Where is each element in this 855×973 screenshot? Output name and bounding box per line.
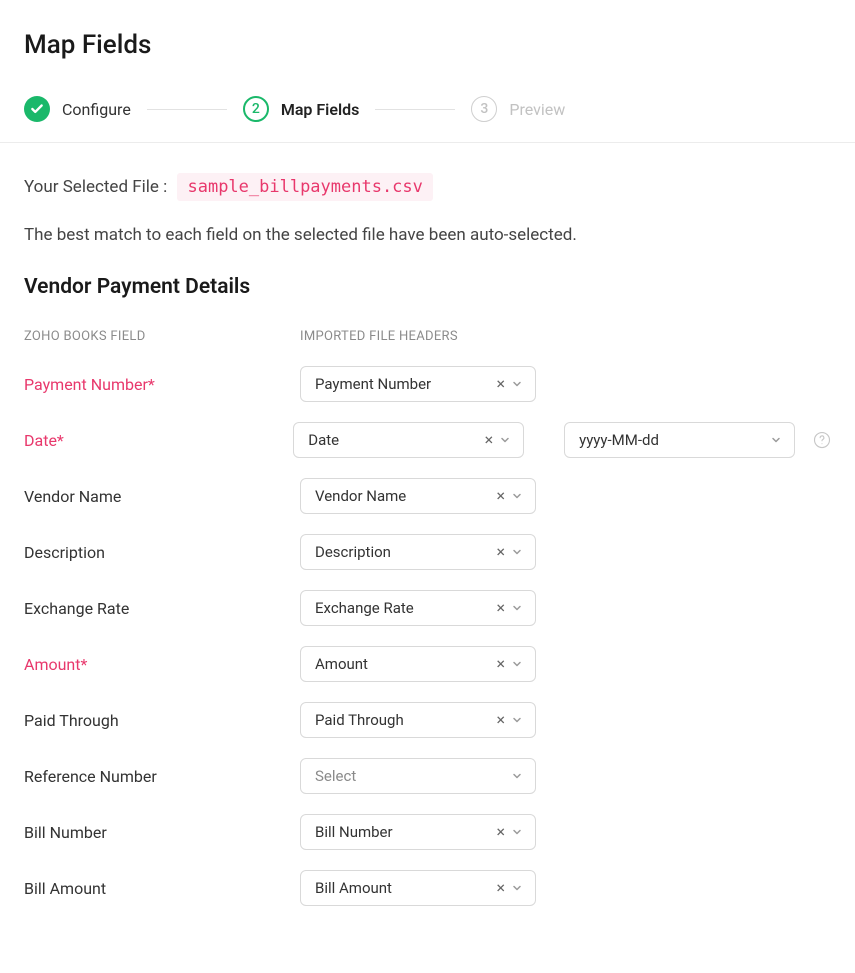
select-value: Exchange Rate	[315, 599, 496, 617]
column-header-imported: IMPORTED FILE HEADERS	[300, 329, 536, 344]
chevron-down-icon	[511, 490, 523, 502]
step-connector	[147, 109, 227, 110]
select-value: Bill Amount	[315, 879, 496, 897]
field-label-exchange-rate: Exchange Rate	[24, 599, 300, 618]
clear-icon[interactable]: ×	[496, 656, 505, 672]
step-map-fields-label: Map Fields	[281, 100, 360, 119]
clear-icon[interactable]: ×	[485, 432, 494, 448]
chevron-down-icon	[511, 714, 523, 726]
select-exchange-rate[interactable]: Exchange Rate ×	[300, 590, 536, 626]
content: Your Selected File : sample_billpayments…	[0, 143, 855, 936]
clear-icon[interactable]: ×	[496, 712, 505, 728]
clear-icon[interactable]: ×	[496, 880, 505, 896]
select-value: Vendor Name	[315, 487, 496, 505]
chevron-down-icon	[511, 882, 523, 894]
field-label-amount: Amount*	[24, 655, 300, 674]
select-value: Payment Number	[315, 375, 496, 393]
chevron-down-icon	[511, 826, 523, 838]
selected-file-row: Your Selected File : sample_billpayments…	[24, 177, 831, 197]
step-connector	[375, 109, 455, 110]
check-icon	[24, 96, 50, 122]
map-row-bill-amount: Bill Amount Bill Amount ×	[24, 870, 831, 906]
chevron-down-icon	[499, 434, 511, 446]
help-icon[interactable]	[813, 431, 831, 449]
select-date-format[interactable]: yyyy-MM-dd	[564, 422, 795, 458]
clear-icon[interactable]: ×	[496, 824, 505, 840]
step-number-icon: 3	[471, 96, 497, 122]
select-reference-number[interactable]: Select	[300, 758, 536, 794]
select-bill-number[interactable]: Bill Number ×	[300, 814, 536, 850]
step-preview: 3 Preview	[471, 96, 565, 122]
select-date[interactable]: Date ×	[293, 422, 524, 458]
select-value: Bill Number	[315, 823, 496, 841]
field-label-description: Description	[24, 543, 300, 562]
field-label-vendor-name: Vendor Name	[24, 487, 300, 506]
column-header-field: ZOHO BOOKS FIELD	[24, 329, 300, 344]
step-configure-label: Configure	[62, 100, 131, 119]
map-row-date: Date* Date × yyyy-MM-dd	[24, 422, 831, 458]
clear-icon[interactable]: ×	[496, 600, 505, 616]
field-label-paid-through: Paid Through	[24, 711, 300, 730]
select-vendor-name[interactable]: Vendor Name ×	[300, 478, 536, 514]
step-preview-label: Preview	[509, 100, 565, 119]
clear-icon[interactable]: ×	[496, 488, 505, 504]
chevron-down-icon	[770, 434, 782, 446]
select-value: Paid Through	[315, 711, 496, 729]
page-title: Map Fields	[0, 0, 855, 60]
field-label-bill-number: Bill Number	[24, 823, 300, 842]
clear-icon[interactable]: ×	[496, 376, 505, 392]
date-format-value: yyyy-MM-dd	[579, 431, 770, 449]
chevron-down-icon	[511, 658, 523, 670]
section-heading: Vendor Payment Details	[24, 275, 831, 299]
field-label-date: Date*	[24, 431, 293, 450]
map-row-description: Description Description ×	[24, 534, 831, 570]
select-value: Date	[308, 431, 484, 449]
map-row-vendor-name: Vendor Name Vendor Name ×	[24, 478, 831, 514]
chevron-down-icon	[511, 546, 523, 558]
stepper: Configure 2 Map Fields 3 Preview	[0, 60, 855, 143]
map-row-amount: Amount* Amount ×	[24, 646, 831, 682]
field-label-bill-amount: Bill Amount	[24, 879, 300, 898]
map-row-bill-number: Bill Number Bill Number ×	[24, 814, 831, 850]
map-row-payment-number: Payment Number* Payment Number ×	[24, 366, 831, 402]
table-header-row: ZOHO BOOKS FIELD IMPORTED FILE HEADERS	[24, 329, 831, 344]
select-description[interactable]: Description ×	[300, 534, 536, 570]
select-placeholder: Select	[315, 767, 511, 785]
map-row-paid-through: Paid Through Paid Through ×	[24, 702, 831, 738]
step-map-fields[interactable]: 2 Map Fields	[243, 96, 360, 122]
chevron-down-icon	[511, 378, 523, 390]
field-label-payment-number: Payment Number*	[24, 375, 300, 394]
selected-file-prefix: Your Selected File :	[24, 177, 167, 197]
step-configure[interactable]: Configure	[24, 96, 131, 122]
chevron-down-icon	[511, 602, 523, 614]
select-value: Description	[315, 543, 496, 561]
chevron-down-icon	[511, 770, 523, 782]
auto-select-hint: The best match to each field on the sele…	[24, 225, 831, 245]
selected-file-name: sample_billpayments.csv	[177, 173, 432, 201]
select-payment-number[interactable]: Payment Number ×	[300, 366, 536, 402]
step-number-icon: 2	[243, 96, 269, 122]
select-amount[interactable]: Amount ×	[300, 646, 536, 682]
map-row-exchange-rate: Exchange Rate Exchange Rate ×	[24, 590, 831, 626]
select-bill-amount[interactable]: Bill Amount ×	[300, 870, 536, 906]
field-label-reference-number: Reference Number	[24, 767, 300, 786]
clear-icon[interactable]: ×	[496, 544, 505, 560]
select-value: Amount	[315, 655, 496, 673]
select-paid-through[interactable]: Paid Through ×	[300, 702, 536, 738]
map-row-reference-number: Reference Number Select	[24, 758, 831, 794]
